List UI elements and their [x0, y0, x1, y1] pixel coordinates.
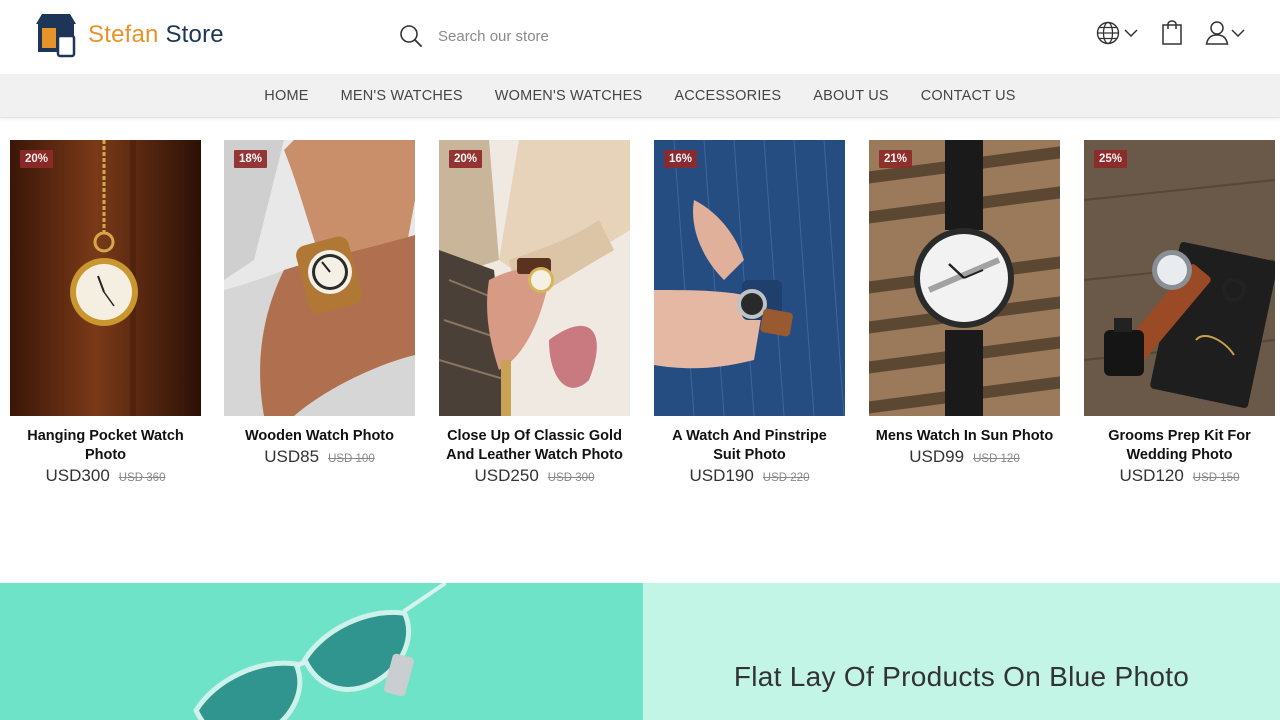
- product-grid: 20% Hanging Pocket Watch Photo USD300 USD…: [10, 140, 1275, 520]
- nav-item-contact-us[interactable]: CONTACT US: [921, 88, 1016, 104]
- product-old-price: USD 150: [1192, 472, 1240, 484]
- product-old-price: USD 360: [118, 472, 166, 484]
- product-old-price: USD 120: [973, 453, 1020, 465]
- user-icon: [1205, 21, 1229, 45]
- discount-badge: 18%: [234, 150, 268, 168]
- account-menu[interactable]: [1205, 20, 1246, 46]
- nav-item-about-us[interactable]: ABOUT US: [813, 88, 888, 104]
- discount-badge: 20%: [449, 150, 483, 168]
- chevron-down-icon: [1124, 29, 1138, 38]
- product-old-price: USD 100: [328, 453, 375, 465]
- banner-title[interactable]: Flat Lay Of Products On Blue Photo: [643, 661, 1280, 693]
- product-price: USD190: [689, 466, 754, 485]
- price-row: USD300 USD 360: [10, 466, 201, 486]
- bag-icon: [1162, 20, 1182, 45]
- pocket-watch-image: [10, 140, 201, 416]
- globe-icon: [1096, 21, 1120, 45]
- price-row: USD190 USD 220: [654, 466, 845, 486]
- discount-badge: 25%: [1094, 150, 1128, 168]
- product-title[interactable]: Mens Watch In Sun Photo: [869, 427, 1060, 446]
- product-image[interactable]: 21%: [869, 140, 1060, 416]
- product-card[interactable]: 18% Wooden Watch Photo USD85 USD 100: [224, 140, 415, 467]
- nav-item-home[interactable]: HOME: [264, 88, 308, 104]
- product-image[interactable]: 18%: [224, 140, 415, 416]
- product-price: USD85: [264, 447, 320, 466]
- store-logo-icon: [36, 14, 76, 58]
- product-card[interactable]: 21% Mens Watch In Sun Photo USD99 USD 120: [869, 140, 1060, 467]
- product-card[interactable]: 25% Grooms Prep Kit For Wedding Photo US…: [1084, 140, 1275, 486]
- nav-item-accessories[interactable]: ACCESSORIES: [674, 88, 781, 104]
- product-old-price: USD 220: [762, 472, 810, 484]
- product-title[interactable]: A Watch And Pinstripe Suit Photo: [654, 427, 845, 465]
- discount-badge: 16%: [664, 150, 698, 168]
- language-selector[interactable]: [1096, 21, 1139, 45]
- product-price: USD120: [1119, 466, 1184, 485]
- price-row: USD85 USD 100: [224, 447, 415, 467]
- grooms-prep-kit-image: [1084, 140, 1275, 416]
- store-name: Stefan Store: [88, 21, 224, 48]
- product-title[interactable]: Hanging Pocket Watch Photo: [10, 427, 201, 465]
- store-logo[interactable]: Stefan Store: [34, 12, 224, 58]
- product-title[interactable]: Close Up Of Classic Gold And Leather Wat…: [439, 427, 630, 465]
- search-icon[interactable]: [398, 23, 424, 49]
- product-price: USD300: [45, 466, 110, 485]
- search-bar: [398, 22, 698, 50]
- search-input[interactable]: [438, 27, 678, 45]
- product-card[interactable]: 20% Hanging Pocket Watch Photo USD300 USD…: [10, 140, 201, 486]
- wooden-watch-image: [224, 140, 415, 416]
- product-price: USD99: [909, 447, 965, 466]
- price-row: USD120 USD 150: [1084, 466, 1275, 486]
- header-actions: [1096, 20, 1246, 46]
- product-title[interactable]: Grooms Prep Kit For Wedding Photo: [1084, 427, 1275, 465]
- product-card[interactable]: 20% Close Up Of Classic Gold And Leather…: [439, 140, 630, 486]
- pinstripe-suit-watch-image: [654, 140, 845, 416]
- product-image[interactable]: 16%: [654, 140, 845, 416]
- chevron-down-icon: [1231, 29, 1245, 38]
- product-image[interactable]: 20%: [10, 140, 201, 416]
- product-title[interactable]: Wooden Watch Photo: [224, 427, 415, 446]
- product-image[interactable]: 25%: [1084, 140, 1275, 416]
- gold-leather-watch-image: [439, 140, 630, 416]
- cart-button[interactable]: [1161, 20, 1183, 46]
- nav-item-womens-watches[interactable]: WOMEN'S WATCHES: [495, 88, 643, 104]
- price-row: USD250 USD 300: [439, 466, 630, 486]
- watch-in-sun-image: [869, 140, 1060, 416]
- price-row: USD99 USD 120: [869, 447, 1060, 467]
- banner-panel: Flat Lay Of Products On Blue Photo: [643, 583, 1280, 720]
- nav-item-mens-watches[interactable]: MEN'S WATCHES: [341, 88, 463, 104]
- main-nav: HOME MEN'S WATCHES WOMEN'S WATCHES ACCES…: [0, 74, 1280, 118]
- product-price: USD250: [474, 466, 539, 485]
- site-header: Stefan Store: [0, 0, 1280, 74]
- product-old-price: USD 300: [547, 472, 595, 484]
- product-card[interactable]: 16% A Watch And Pinstripe Suit Photo USD…: [654, 140, 845, 486]
- sunglasses-image: [0, 583, 643, 720]
- discount-badge: 20%: [20, 150, 54, 168]
- product-image[interactable]: 20%: [439, 140, 630, 416]
- discount-badge: 21%: [879, 150, 913, 168]
- banner-image[interactable]: [0, 583, 643, 720]
